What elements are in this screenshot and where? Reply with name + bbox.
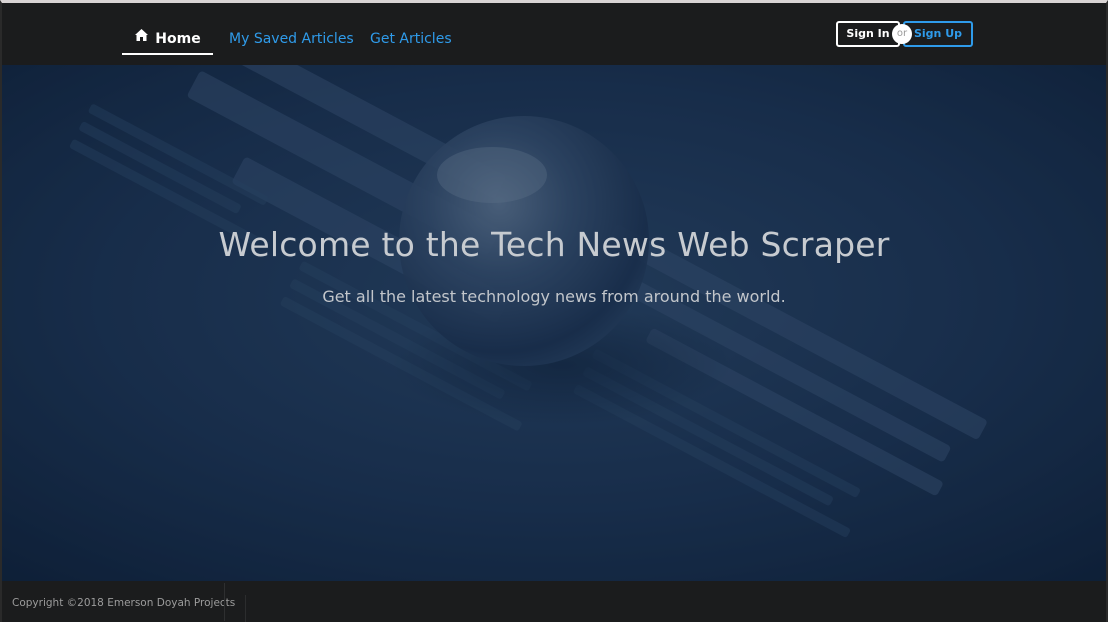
- sign-up-button[interactable]: Sign Up: [903, 21, 973, 47]
- hero-subtitle: Get all the latest technology news from …: [322, 287, 786, 306]
- footer-divider: [224, 583, 225, 621]
- nav-home-label: Home: [155, 31, 201, 47]
- nav-home-link[interactable]: Home: [122, 25, 213, 55]
- top-navbar: Home My Saved Articles Get Articles Sign…: [2, 3, 1106, 65]
- hero-banner: Welcome to the Tech News Web Scraper Get…: [2, 65, 1106, 581]
- or-divider: or: [892, 24, 912, 44]
- nav-get-articles-link[interactable]: Get Articles: [370, 25, 452, 53]
- hero-background-image: [2, 65, 1106, 581]
- footer-copyright: Copyright ©2018 Emerson Doyah Projects: [12, 595, 247, 622]
- nav-saved-articles-link[interactable]: My Saved Articles: [229, 25, 354, 53]
- sign-in-button[interactable]: Sign In: [836, 21, 900, 47]
- app-window: Home My Saved Articles Get Articles Sign…: [0, 0, 1108, 622]
- hero-title: Welcome to the Tech News Web Scraper: [218, 225, 890, 264]
- footer: Copyright ©2018 Emerson Doyah Projects: [2, 581, 1106, 622]
- home-icon: [134, 24, 149, 52]
